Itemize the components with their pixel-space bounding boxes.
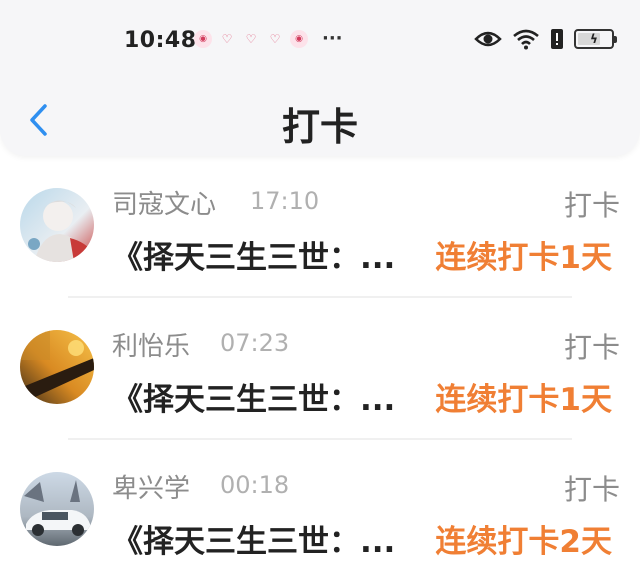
checkin-time: 00:18 bbox=[220, 471, 290, 499]
list-item[interactable]: 利怡乐 07:23 打卡 《择天三生三世：... 连续打卡1天 bbox=[0, 298, 640, 440]
heart-notification-icon: ♡ bbox=[221, 32, 233, 46]
battery-charging-icon: ϟ bbox=[574, 29, 617, 49]
heart-notification-icon: ♡ bbox=[269, 32, 281, 46]
list-item[interactable]: 卑兴学 00:18 打卡 《择天三生三世：... 连续打卡2天 bbox=[0, 440, 640, 581]
status-time: 10:48 bbox=[124, 28, 197, 53]
book-title: 《择天三生三世：... bbox=[112, 382, 396, 418]
checkin-list: 司寇文心 17:10 打卡 《择天三生三世：... 连续打卡1天 利怡乐 07:… bbox=[0, 156, 640, 581]
checkin-time: 07:23 bbox=[220, 329, 290, 357]
app-notification-icon: ◉ bbox=[290, 30, 308, 48]
user-name: 卑兴学 bbox=[112, 474, 191, 504]
sim-card-icon bbox=[550, 28, 564, 50]
book-title: 《择天三生三世：... bbox=[112, 240, 396, 276]
header: 10:48 ◉ ♡ ♡ ♡ ◉ ··· ϟ 打卡 bbox=[0, 0, 640, 156]
checkin-content: 《择天三生三世：... 连续打卡2天 bbox=[112, 516, 612, 561]
streak-label: 连续打卡1天 bbox=[435, 240, 612, 276]
checkin-time: 17:10 bbox=[250, 187, 320, 215]
user-name: 利怡乐 bbox=[112, 332, 191, 362]
status-bar: 10:48 ◉ ♡ ♡ ♡ ◉ ··· ϟ bbox=[0, 20, 640, 64]
notification-icons: ◉ ♡ ♡ ♡ ◉ ··· bbox=[194, 30, 343, 48]
list-item[interactable]: 司寇文心 17:10 打卡 《择天三生三世：... 连续打卡1天 bbox=[0, 156, 640, 298]
checkin-content: 《择天三生三世：... 连续打卡1天 bbox=[112, 374, 612, 419]
user-name: 司寇文心 bbox=[112, 190, 217, 220]
streak-label: 连续打卡1天 bbox=[435, 382, 612, 418]
eye-icon bbox=[474, 29, 502, 49]
page-title: 打卡 bbox=[281, 105, 358, 149]
avatar[interactable] bbox=[20, 188, 94, 262]
book-title: 《择天三生三世：... bbox=[112, 524, 396, 560]
avatar[interactable] bbox=[20, 330, 94, 404]
checkin-type: 打卡 bbox=[563, 331, 620, 364]
checkin-content: 《择天三生三世：... 连续打卡1天 bbox=[112, 232, 612, 277]
heart-notification-icon: ♡ bbox=[245, 32, 257, 46]
checkin-type: 打卡 bbox=[563, 473, 620, 506]
wifi-icon bbox=[512, 28, 540, 50]
status-indicators: ϟ bbox=[474, 28, 617, 50]
streak-label: 连续打卡2天 bbox=[435, 524, 612, 560]
checkin-type: 打卡 bbox=[563, 189, 620, 222]
screen: 10:48 ◉ ♡ ♡ ♡ ◉ ··· ϟ 打卡 司寇文心 17:10 打卡 《… bbox=[0, 0, 640, 581]
app-notification-icon: ◉ bbox=[194, 30, 212, 48]
title-bar: 打卡 bbox=[0, 90, 640, 156]
avatar[interactable] bbox=[20, 472, 94, 546]
more-notifications-icon: ··· bbox=[322, 28, 343, 49]
